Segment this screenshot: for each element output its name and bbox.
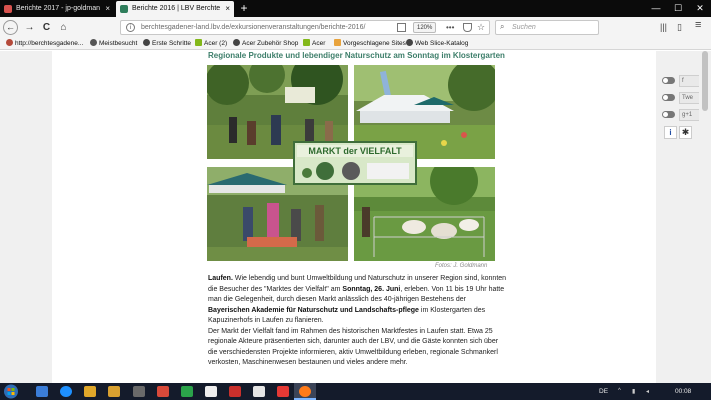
bookmark-item[interactable]: Meistbesucht [90, 38, 137, 50]
folder-icon [334, 39, 341, 46]
acer-icon [303, 39, 310, 46]
file-explorer-icon[interactable] [84, 386, 96, 397]
taskbar-app-icon[interactable] [229, 386, 241, 397]
firefox-taskbar-button[interactable] [294, 383, 316, 400]
taskbar-app-icon[interactable] [205, 386, 217, 397]
search-input[interactable]: ⌕ Suchen [495, 20, 599, 35]
scrollbar-thumb[interactable] [702, 51, 708, 111]
social-twitter: Twe [662, 92, 702, 104]
pocket-icon[interactable] [463, 23, 472, 32]
article-paragraph-2: Der Markt der Vielfalt fand im Rahmen de… [208, 327, 499, 367]
bookmark-item[interactable]: Acer Zubehör Shop [233, 38, 298, 50]
taskbar-app-icon[interactable] [181, 386, 193, 397]
vertical-scrollbar[interactable] [699, 51, 711, 383]
maximize-button[interactable]: ☐ [667, 0, 689, 17]
site-info-icon[interactable]: i [126, 23, 135, 32]
page-viewport: Regionale Produkte und lebendiger Naturs… [0, 51, 711, 383]
globe-icon [6, 39, 13, 46]
article-body: Laufen. Wie lebendig und bunt Umweltbild… [208, 274, 508, 369]
firefox-tab-icon [4, 5, 12, 13]
browser-window: Berichte 2017 - jp-goldmann.d × Berichte… [0, 0, 711, 400]
photo-collage: MARKT der VIELFALT [207, 65, 495, 261]
tab-berichte-2017[interactable]: Berichte 2017 - jp-goldmann.d × [0, 1, 114, 17]
tab-close-icon[interactable]: × [225, 1, 230, 17]
twitter-share-button[interactable]: Twe [679, 92, 701, 104]
url-text[interactable]: berchtesgadener-land.lbv.de/exkursionenv… [141, 21, 365, 34]
bookmark-star-icon[interactable]: ☆ [477, 21, 485, 34]
acer-icon [195, 39, 202, 46]
reload-button[interactable]: C [39, 20, 54, 35]
minimize-button[interactable]: — [645, 0, 667, 17]
globe-icon [406, 39, 413, 46]
photo-caption: Fotos: J. Goldmann [435, 263, 488, 269]
tab-strip: Berichte 2017 - jp-goldmann.d × Berichte… [0, 0, 711, 17]
home-button[interactable]: ⌂ [56, 20, 71, 35]
menu-icon[interactable]: ≡ [695, 19, 701, 31]
facebook-share-button[interactable]: f [679, 75, 701, 87]
media-player-icon[interactable] [108, 386, 120, 397]
search-icon: ⌕ [500, 22, 505, 31]
taskbar-app-icon[interactable] [157, 386, 169, 397]
clock[interactable]: 00:08 [675, 383, 691, 400]
taskbar-app-icon[interactable] [253, 386, 265, 397]
markt-der-vielfalt-banner[interactable]: MARKT der VIELFALT [293, 141, 417, 185]
firefox-icon [299, 386, 311, 397]
tray-arrow-icon[interactable]: ^ [618, 388, 621, 394]
twitter-toggle[interactable] [662, 94, 675, 101]
article-lead: Laufen. [208, 275, 233, 282]
url-bar[interactable]: i berchtesgadener-land.lbv.de/exkursione… [120, 20, 490, 35]
tab-berichte-2016[interactable]: Berichte 2016 | LBV Berchtesgad × [116, 1, 234, 17]
bookmark-item[interactable]: Web Slice-Katalog [406, 38, 468, 50]
page-content: Regionale Produkte und lebendiger Naturs… [52, 51, 656, 383]
taskbar-app-icon[interactable] [36, 386, 48, 397]
library-icon[interactable]: ||| [660, 21, 667, 33]
svg-text:MARKT der VIELFALT: MARKT der VIELFALT [308, 146, 402, 156]
tab-title: Berichte 2017 - jp-goldmann.d [16, 5, 100, 12]
back-button[interactable]: ← [3, 20, 18, 35]
volume-icon[interactable]: ◂ [646, 388, 649, 395]
article-subheading: Regionale Produkte und lebendiger Naturs… [208, 51, 505, 60]
globe-icon [233, 39, 240, 46]
search-placeholder: Suchen [512, 24, 536, 31]
settings-gear-icon[interactable]: ✱ [679, 126, 692, 139]
gear-icon [90, 39, 97, 46]
bookmark-item[interactable]: Acer [303, 38, 325, 50]
windows-taskbar: DE ^ ▮ ◂ 00:08 [0, 383, 711, 400]
bookmark-item[interactable]: Erste Schritte [143, 38, 191, 50]
youtube-icon[interactable] [277, 386, 289, 397]
sidebar-icon[interactable]: ▯ [677, 21, 682, 33]
network-icon[interactable]: ▮ [632, 388, 635, 395]
taskbar-app-icon[interactable] [133, 386, 145, 397]
close-window-button[interactable]: ✕ [689, 0, 711, 17]
input-language[interactable]: DE [599, 383, 608, 400]
lbv-tab-icon [120, 5, 128, 13]
new-tab-button[interactable]: + [238, 0, 250, 16]
globe-icon [143, 39, 150, 46]
tab-close-icon[interactable]: × [105, 1, 110, 17]
gplus-toggle[interactable] [662, 111, 675, 118]
social-facebook: f [662, 75, 702, 87]
navigation-toolbar: ← → C ⌂ i berchtesgadener-land.lbv.de/ex… [0, 17, 711, 38]
gplus-share-button[interactable]: g+1 [679, 109, 701, 121]
bookmarks-toolbar: http://berchtesgadene... Meistbesucht Er… [0, 38, 711, 50]
bookmark-item[interactable]: Acer (2) [195, 38, 227, 50]
bookmark-item[interactable]: Vorgeschlagene Sites [334, 38, 406, 50]
social-gplus: g+1 [662, 109, 702, 121]
facebook-toggle[interactable] [662, 77, 675, 84]
info-icon[interactable]: i [664, 126, 677, 139]
bookmark-item[interactable]: http://berchtesgadene... [6, 38, 83, 50]
forward-button[interactable]: → [22, 20, 37, 35]
article-paragraph-1: Laufen. Wie lebendig und bunt Umweltbild… [208, 275, 507, 324]
internet-explorer-icon[interactable] [60, 386, 72, 397]
zoom-level[interactable]: 120% [413, 22, 437, 33]
tab-title: Berichte 2016 | LBV Berchtesgad [132, 5, 220, 12]
start-button[interactable] [3, 383, 19, 400]
reader-view-icon[interactable] [397, 23, 406, 32]
page-actions-icon[interactable]: ••• [446, 21, 454, 34]
